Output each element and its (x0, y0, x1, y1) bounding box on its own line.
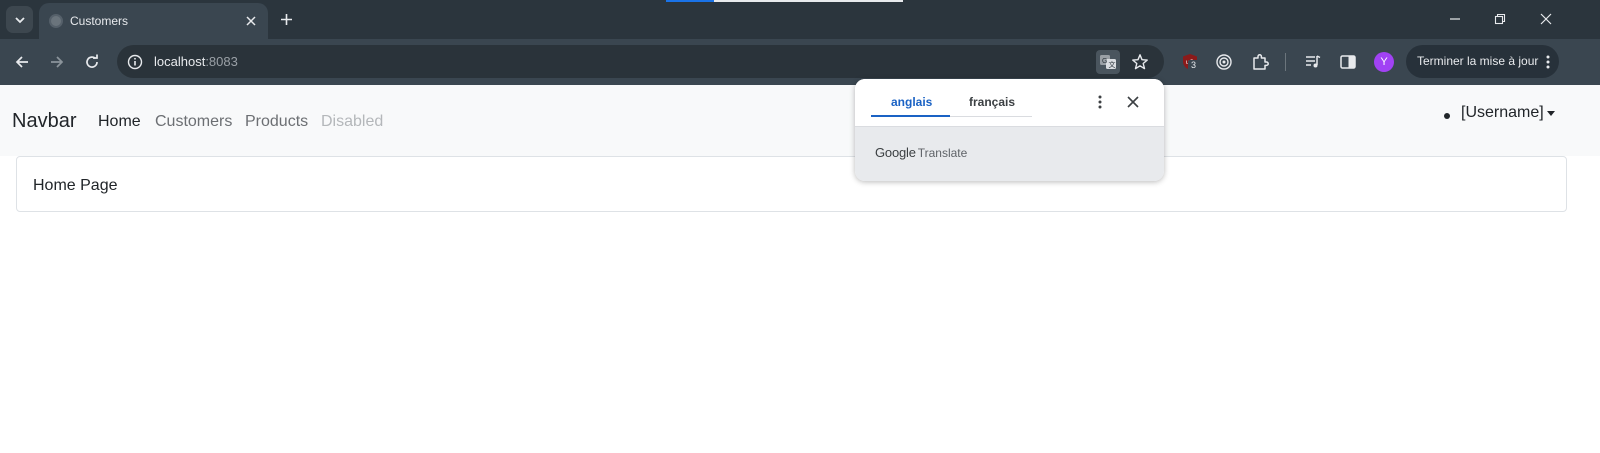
nav-link-products[interactable]: Products (245, 113, 308, 131)
svg-text:文: 文 (1109, 60, 1116, 69)
media-controls-button[interactable] (1299, 48, 1327, 76)
navbar-brand[interactable]: Navbar (12, 110, 76, 133)
target-extension-button[interactable] (1210, 48, 1238, 76)
minimize-button[interactable] (1440, 5, 1470, 33)
card-title: Home Page (33, 177, 118, 194)
bookmark-button[interactable] (1128, 50, 1152, 74)
info-icon (127, 54, 143, 70)
toolbar-separator (1285, 53, 1286, 71)
site-info-button[interactable] (125, 52, 145, 72)
back-button[interactable] (8, 48, 36, 76)
url-text[interactable]: localhost:8083 (154, 54, 238, 69)
loading-track (714, 0, 903, 2)
site-navbar: Navbar Home Customers Products Disabled … (0, 85, 1600, 156)
restore-icon (1494, 13, 1506, 25)
profile-avatar[interactable]: Y (1374, 52, 1394, 72)
translate-wordmark: Translate (917, 146, 968, 160)
restore-button[interactable] (1485, 5, 1515, 33)
list-bullet (1444, 113, 1450, 119)
google-wordmark: Google (875, 145, 916, 160)
translate-popup: anglais français Google Translate (855, 79, 1164, 181)
caret-down-icon[interactable] (1547, 111, 1555, 116)
reload-button[interactable] (78, 48, 106, 76)
browser-toolbar: localhost:8083 G文 uO 3 Y Terminer la mis… (0, 39, 1600, 85)
nav-link-customers[interactable]: Customers (155, 113, 232, 131)
kebab-icon (1546, 55, 1550, 69)
active-tab-indicator (871, 115, 950, 117)
nav-link-disabled: Disabled (321, 113, 384, 130)
translate-footer: Google Translate (855, 126, 1164, 181)
address-bar[interactable]: localhost:8083 G文 (117, 45, 1164, 78)
tab-title: Customers (70, 14, 129, 28)
tab-customers[interactable]: Customers (39, 3, 268, 39)
back-icon (15, 56, 28, 68)
url-port: :8083 (205, 54, 238, 69)
reload-icon (86, 54, 98, 68)
update-button[interactable]: Terminer la mise à jour (1406, 45, 1559, 78)
extensions-icon (1253, 54, 1269, 70)
translate-icon: G文 (1100, 55, 1116, 69)
forward-icon (51, 56, 64, 68)
google-translate-logo: Google Translate (875, 145, 967, 160)
target-icon (1216, 54, 1232, 70)
minimize-icon (1450, 18, 1460, 20)
kebab-icon (1098, 95, 1102, 109)
media-icon (1306, 55, 1321, 68)
url-host: localhost (154, 54, 206, 69)
window-close-button[interactable] (1531, 5, 1561, 33)
extensions-button[interactable] (1246, 48, 1274, 76)
favicon-icon (49, 14, 63, 28)
nav-link-home[interactable]: Home (98, 113, 141, 131)
new-tab-button[interactable] (275, 8, 297, 30)
ublock-badge: 3 (1188, 60, 1199, 71)
language-tabs: anglais français (855, 79, 1164, 126)
tab-close-button[interactable] (242, 12, 260, 30)
svg-text:G: G (1102, 58, 1107, 65)
translate-page-button[interactable]: G文 (1096, 50, 1120, 74)
user-dropdown-toggle[interactable]: [Username] (1461, 104, 1544, 122)
translate-options-button[interactable] (1091, 92, 1109, 112)
forward-button[interactable] (43, 48, 71, 76)
update-label: Terminer la mise à jour (1417, 54, 1539, 68)
home-card: Home Page (16, 156, 1567, 212)
close-icon (1540, 13, 1552, 25)
side-panel-button[interactable] (1334, 48, 1362, 76)
tab-strip: Customers (0, 0, 1600, 39)
tab-search-button[interactable] (6, 6, 33, 33)
browser-menu-button[interactable] (1541, 53, 1555, 71)
plus-icon (280, 13, 292, 25)
translate-close-button[interactable] (1123, 92, 1143, 112)
close-icon (1127, 96, 1139, 108)
tab-source-language[interactable]: anglais (891, 95, 932, 109)
loading-indicator (666, 0, 714, 2)
chevron-down-icon (14, 16, 25, 23)
close-icon (246, 16, 256, 26)
tab-target-language[interactable]: français (969, 95, 1015, 109)
tab-divider (950, 116, 1032, 117)
side-panel-icon (1340, 55, 1356, 69)
ublock-extension-button[interactable]: uO 3 (1176, 48, 1204, 76)
star-icon (1132, 54, 1148, 70)
